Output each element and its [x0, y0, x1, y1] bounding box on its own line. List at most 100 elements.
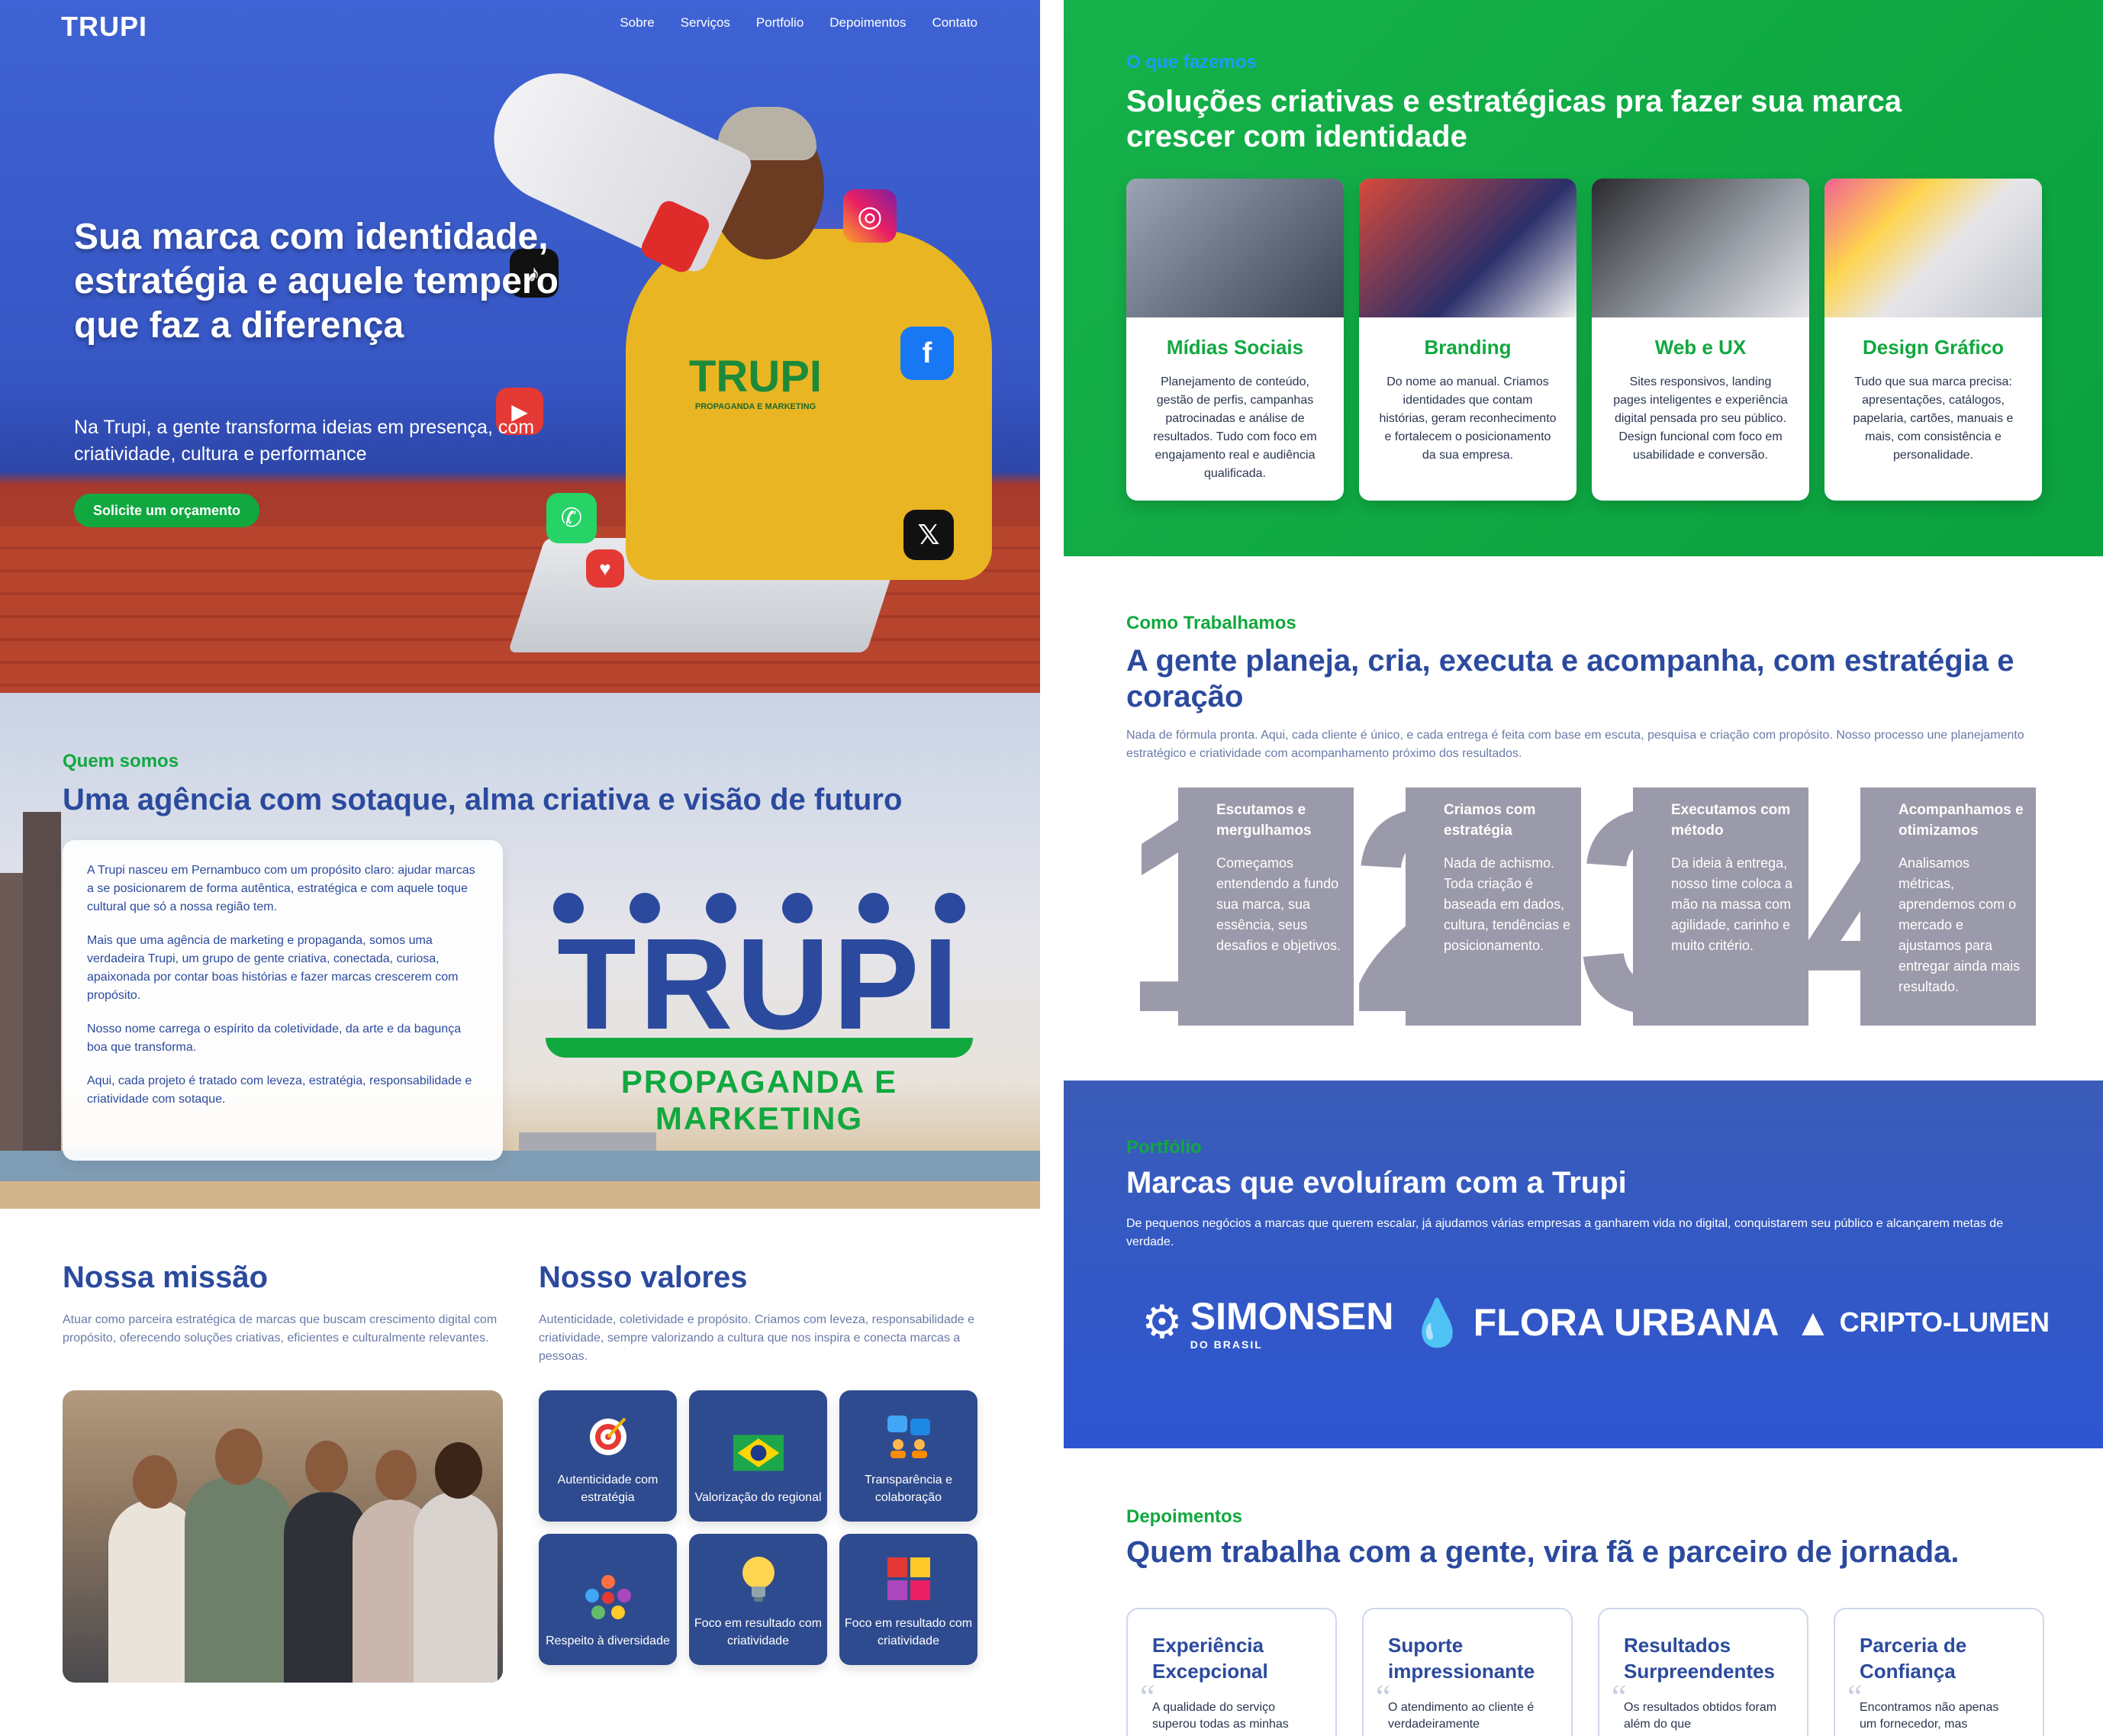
testimonial-title: Suporte impressionante [1388, 1634, 1535, 1683]
service-text: Tudo que sua marca precisa: apresentaçõe… [1853, 375, 2014, 462]
nav-portfolio[interactable]: Portfolio [756, 15, 804, 31]
service-card[interactable]: Design Gráfico Tudo que sua marca precis… [1824, 179, 2042, 501]
step-title: Executamos com método [1671, 802, 1791, 839]
value-card: Transparência e colaboração [839, 1390, 977, 1522]
testimonial-text: O atendimento ao cliente é verdadeiramen… [1388, 1701, 1535, 1731]
portfolio-section: Portfólio Marcas que evoluíram com a Tru… [1064, 1081, 2103, 1448]
logo-sub: PROPAGANDA E MARKETING [620, 1064, 898, 1136]
services-section: O que fazemos Soluções criativas e estra… [1064, 0, 2103, 556]
testimonials-eyebrow: Depoimentos [1126, 1506, 1243, 1527]
step-text: Da ideia à entrega, nosso time coloca a … [1671, 855, 1793, 953]
process-title: A gente planeja, cria, executa e acompan… [1126, 644, 2014, 713]
main-nav: Sobre Serviços Portfolio Depoimentos Con… [620, 15, 977, 31]
process-eyebrow: Como Trabalhamos [1126, 613, 1296, 633]
brand-cripto-lumen[interactable]: ▲ CRIPTO-LUMEN [1794, 1300, 2050, 1345]
service-title: Mídias Sociais [1166, 336, 1304, 359]
service-title: Branding [1424, 336, 1512, 359]
service-image [1126, 179, 1344, 317]
about-paragraph: Mais que uma agência de marketing e prop… [87, 934, 459, 1002]
brand-logos: ⚙ SIMONSEN DO BRASIL 💧 FLORA URBANA ▲ CR… [1142, 1294, 2050, 1351]
person-head [305, 1441, 348, 1493]
testimonial-text-wrap: “O atendimento ao cliente é verdadeirame… [1376, 1680, 1547, 1733]
step-box: Criamos com estratégia Nada de achismo. … [1406, 787, 1581, 1026]
value-label: Transparência e colaboração [864, 1474, 953, 1504]
testimonial-card: Suporte impressionante “O atendimento ao… [1362, 1608, 1573, 1736]
lightbulb-icon [733, 1554, 784, 1604]
x-icon: 𝕏 [903, 510, 954, 560]
nav-contato[interactable]: Contato [932, 15, 977, 31]
value-card: Foco em resultado com criatividade [839, 1534, 977, 1665]
mission-text: Atuar como parceira estratégica de marca… [63, 1313, 498, 1345]
brand-simonsen[interactable]: ⚙ SIMONSEN DO BRASIL [1142, 1294, 1394, 1351]
quote-icon: “ [1376, 1678, 1391, 1715]
about-paragraph: A Trupi nasceu em Pernambuco com um prop… [87, 864, 475, 913]
service-title: Design Gráfico [1863, 336, 2004, 359]
process-step: 4 Acompanhamos e otimizamos Analisamos m… [1804, 766, 2036, 1056]
about-title: Uma agência com sotaque, alma criativa e… [63, 783, 903, 816]
header-logo[interactable]: TRUPI [61, 11, 147, 43]
trupi-logo: TRUPI PROPAGANDA E MARKETING [534, 893, 984, 1137]
testimonial-cards: Experiência Excepcional “A qualidade do … [1126, 1608, 2044, 1736]
about-paragraph: Nosso nome carrega o espírito da coletiv… [87, 1023, 462, 1054]
value-label: Valorização do regional [694, 1491, 822, 1504]
brand-sub: DO BRASIL [1190, 1338, 1263, 1351]
step-box: Executamos com método Da ideia à entrega… [1633, 787, 1808, 1026]
logo-word: TRUPI [557, 912, 961, 1057]
testimonial-title: Resultados Surpreendentes [1624, 1634, 1775, 1683]
step-title: Escutamos e mergulhamos [1216, 802, 1312, 839]
step-title: Criamos com estratégia [1444, 802, 1536, 839]
process-step: 2 Criamos com estratégia Nada de achismo… [1349, 766, 1581, 1056]
brand-flora-urbana[interactable]: 💧 FLORA URBANA [1409, 1296, 1779, 1350]
step-box: Escutamos e mergulhamos Começamos entend… [1178, 787, 1354, 1026]
portfolio-title: Marcas que evoluíram com a Trupi [1126, 1166, 1627, 1200]
service-card[interactable]: Mídias Sociais Planejamento de conteúdo,… [1126, 179, 1344, 501]
nav-depoimentos[interactable]: Depoimentos [829, 15, 906, 31]
brand-name: SIMONSEN [1190, 1295, 1394, 1338]
person-head [375, 1450, 417, 1500]
testimonial-title: Parceria de Confiança [1860, 1634, 1967, 1683]
person [414, 1492, 498, 1683]
facebook-icon: f [900, 327, 954, 380]
services-eyebrow: O que fazemos [1126, 52, 1257, 72]
target-icon [583, 1410, 633, 1461]
instagram-icon: ◎ [843, 189, 897, 243]
step-title: Acompanhamos e otimizamos [1898, 802, 2024, 839]
portfolio-eyebrow: Portfólio [1126, 1137, 1202, 1158]
service-card[interactable]: Branding Do nome ao manual. Criamos iden… [1359, 179, 1576, 501]
services-title: Soluções criativas e estratégicas pra fa… [1126, 85, 1902, 153]
brazil-flag-icon [733, 1428, 784, 1478]
service-image [1592, 179, 1809, 317]
value-label: Foco em resultado com criatividade [694, 1617, 823, 1647]
request-quote-button[interactable]: Solicite um orçamento [74, 494, 260, 527]
person [185, 1477, 291, 1683]
testimonial-card: Parceria de Confiança “Encontramos não a… [1834, 1608, 2044, 1736]
nav-servicos[interactable]: Serviços [681, 15, 730, 31]
values-text: Autenticidade, coletividade e propósito.… [539, 1313, 974, 1363]
heart-icon: ♥ [586, 549, 624, 588]
portfolio-text: De pequenos negócios a marcas que querem… [1126, 1217, 2004, 1248]
brand-name-wrap: SIMONSEN DO BRASIL [1190, 1294, 1394, 1351]
value-card: Respeito à diversidade [539, 1534, 677, 1665]
shirt-logo: TRUPI PROPAGANDA E MARKETING [687, 351, 824, 411]
testimonial-text-wrap: “Encontramos não apenas um fornecedor, m… [1847, 1680, 2018, 1733]
diversity-icon [583, 1571, 633, 1622]
service-text: Do nome ao manual. Criamos identidades q… [1379, 375, 1557, 462]
brand-name: FLORA URBANA [1473, 1301, 1779, 1344]
testimonials-title: Quem trabalha com a gente, vira fã e par… [1126, 1535, 1960, 1569]
quote-icon: “ [1612, 1678, 1627, 1715]
service-card[interactable]: Web e UX Sites responsivos, landing page… [1592, 179, 1809, 501]
nav-sobre[interactable]: Sobre [620, 15, 654, 31]
shirt-logo-word: TRUPI [689, 352, 822, 401]
hero-subtitle: Na Trupi, a gente transforma ideias em p… [74, 417, 535, 465]
service-title: Web e UX [1654, 336, 1747, 359]
value-label: Autenticidade com estratégia [557, 1474, 659, 1504]
testimonial-text: Os resultados obtidos foram além do que [1624, 1701, 1777, 1731]
value-card: Valorização do regional [689, 1390, 827, 1522]
value-card: Foco em resultado com criatividade [689, 1534, 827, 1665]
value-label: Respeito à diversidade [546, 1635, 670, 1647]
about-card: A Trupi nasceu em Pernambuco com um prop… [63, 840, 503, 1161]
testimonial-text-wrap: “A qualidade do serviço superou todas as… [1140, 1680, 1311, 1733]
whatsapp-icon: ✆ [546, 493, 597, 543]
team-photo [63, 1390, 503, 1683]
testimonial-text: Encontramos não apenas um fornecedor, ma… [1860, 1701, 1999, 1731]
